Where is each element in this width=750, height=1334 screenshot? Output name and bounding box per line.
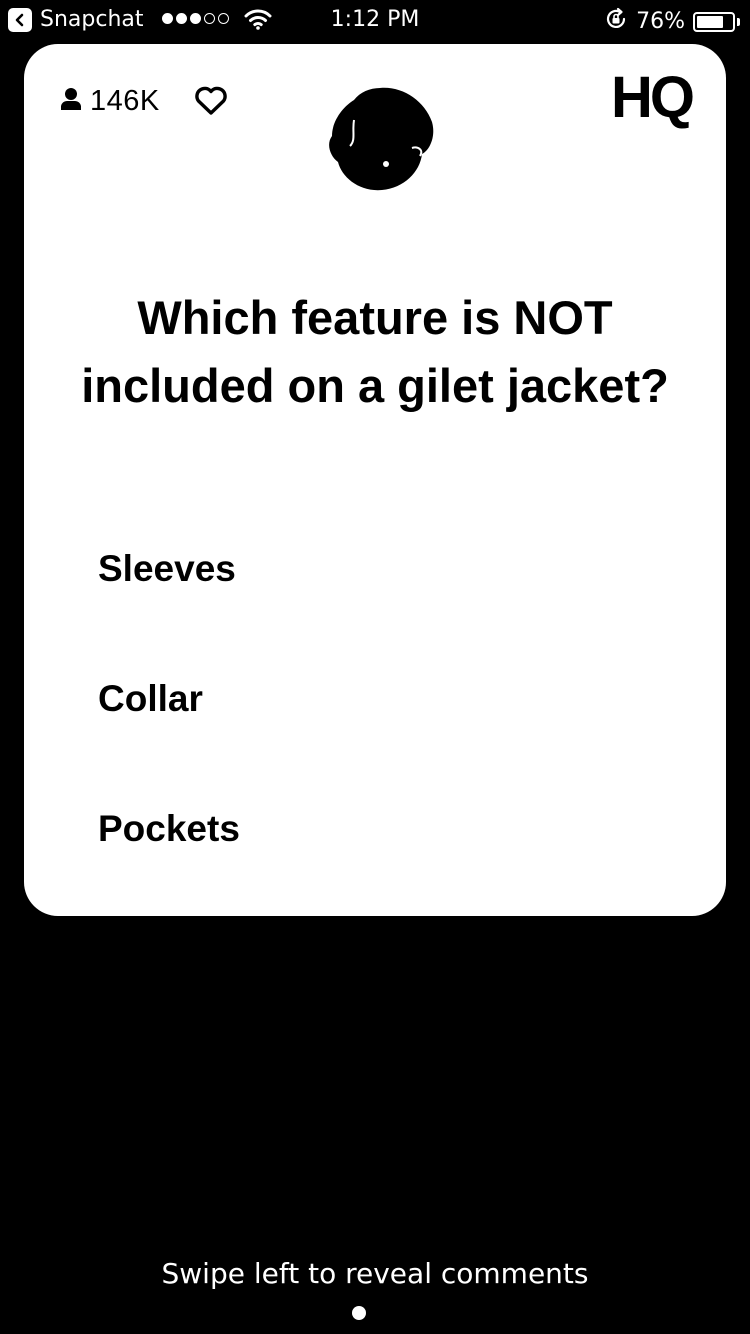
question-text: Which feature is NOT included on a gilet…	[81, 291, 669, 412]
viewer-counter: 146K	[60, 84, 160, 118]
battery-tip	[737, 18, 740, 26]
person-icon	[60, 87, 82, 116]
answer-list: Sleeves Collar Pockets	[98, 534, 658, 924]
battery-status: 76%	[604, 7, 740, 37]
viewer-count: 146K	[90, 85, 160, 117]
hq-logo: HQ	[611, 65, 695, 130]
question-card: 146K HQ Which feature is NOT included on…	[24, 44, 726, 916]
battery-fill	[697, 16, 723, 28]
battery-percent: 76%	[636, 9, 685, 34]
heart-icon[interactable]	[194, 86, 228, 121]
page-indicator-dot	[352, 1306, 366, 1320]
status-bar: Snapchat 1:12 PM 76%	[0, 0, 750, 40]
host-avatar	[324, 80, 436, 192]
swipe-hint: Swipe left to reveal comments	[161, 1257, 589, 1290]
battery-icon	[693, 12, 735, 32]
answer-option[interactable]: Pockets	[98, 794, 658, 924]
answer-option[interactable]: Sleeves	[98, 534, 658, 664]
rotation-lock-icon	[604, 7, 628, 37]
answer-option[interactable]: Collar	[98, 664, 658, 794]
